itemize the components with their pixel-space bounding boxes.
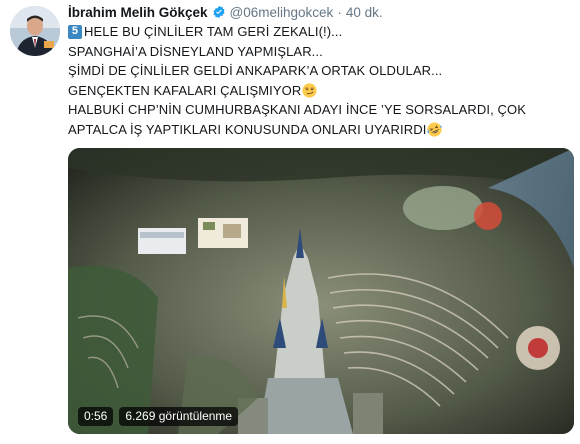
tweet-line-text: HELE BU ÇİNLİLER TAM GERİ ZEKALI(!)... [84,24,343,39]
tweet-line: APTALCA İŞ YAPTIKLARI KONUSUNDA ONLARI U… [68,120,573,140]
video-view-count: 6.269 görüntülenme [119,407,239,426]
tweet-line: 5 HELE BU ÇİNLİLER TAM GERİ ZEKALI(!)... [68,22,573,42]
tweet-header: İbrahim Melih Gökçek @06melihgokcek · 40… [68,3,383,21]
tweet-text: 5 HELE BU ÇİNLİLER TAM GERİ ZEKALI(!)...… [68,22,573,139]
author-handle[interactable]: @06melihgokcek [230,5,334,20]
rolling-laughing-face-icon [427,122,443,137]
tweet-line-text: HALBUKİ CHP’NİN CUMHURBAŞKANI ADAYI İNCE… [68,102,526,117]
video-info: 0:56 6.269 görüntülenme [78,407,239,426]
verified-badge-icon [213,5,225,19]
tweet-line: ŞİMDİ DE ÇİNLİLER GELDİ ANKAPARK’A ORTAK… [68,61,573,81]
avatar[interactable] [10,6,60,56]
keycap-number-icon: 5 [68,24,82,39]
tweet-line-text: SPANGHAİ’A DİSNEYLAND YAPMIŞLAR... [68,43,323,59]
author-name[interactable]: İbrahim Melih Gökçek [68,5,208,20]
tweet-line: SPANGHAİ’A DİSNEYLAND YAPMIŞLAR... [68,42,573,62]
video-thumbnail [68,148,574,434]
tweet-line-text: GENÇEKTEN KAFALARI ÇALIŞMIYOR [68,82,302,98]
smirk-face-icon [302,83,317,98]
tweet-line-text: ŞİMDİ DE ÇİNLİLER GELDİ ANKAPARK’A ORTAK… [68,63,443,78]
tweet-line: GENÇEKTEN KAFALARI ÇALIŞMIYOR [68,81,573,101]
separator-dot: · [337,4,342,20]
avatar-photo [10,6,60,56]
tweet-line-text: APTALCA İŞ YAPTIKLARI KONUSUNDA ONLARI U… [68,121,427,137]
video-player[interactable]: 0:56 6.269 görüntülenme [68,148,574,434]
video-duration: 0:56 [78,407,114,426]
timestamp-link[interactable]: 40 dk. [346,5,383,20]
tweet-line: HALBUKİ CHP’NİN CUMHURBAŞKANI ADAYI İNCE… [68,100,573,120]
